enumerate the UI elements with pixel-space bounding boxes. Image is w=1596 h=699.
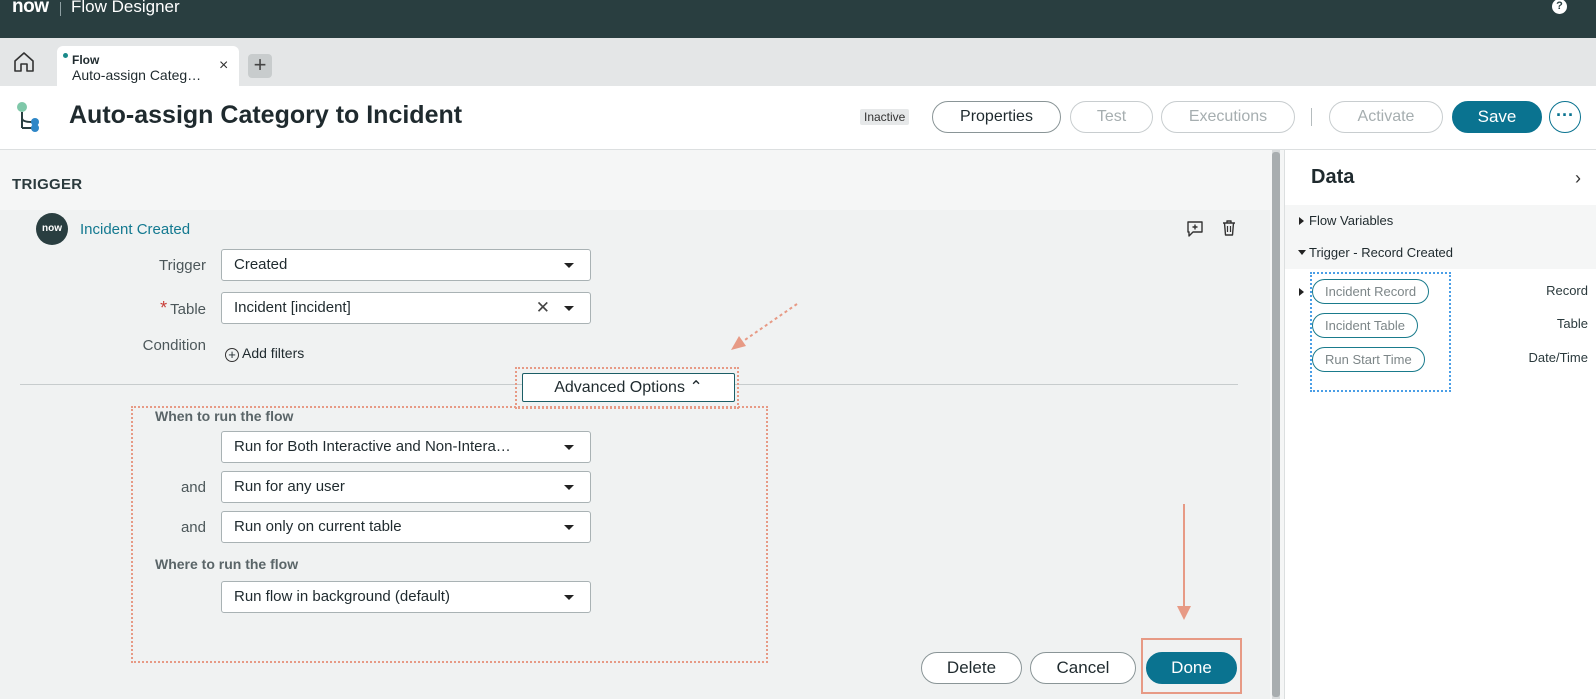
flow-header: Auto-assign Category to Incident Inactiv… <box>0 86 1596 150</box>
run-for-select[interactable]: Run for Both Interactive and Non-Intera… <box>221 431 591 463</box>
chevron-down-icon <box>564 485 574 490</box>
caret-right-icon <box>1299 217 1304 225</box>
and-label: and <box>180 479 206 496</box>
page-title: Auto-assign Category to Incident <box>69 101 463 129</box>
where-run-select[interactable]: Run flow in background (default) <box>221 581 591 613</box>
top-bar: now Flow Designer ? <box>0 0 1596 38</box>
condition-label: Condition <box>142 337 206 354</box>
trigger-select[interactable]: Created <box>221 249 591 281</box>
run-for-value: Run for Both Interactive and Non-Intera… <box>234 438 511 455</box>
trigger-field-label: Trigger <box>159 257 206 274</box>
servicenow-logo[interactable]: now <box>12 0 49 18</box>
where-run-value: Run flow in background (default) <box>234 588 450 605</box>
flow-canvas: TRIGGER now Incident Created Trigger Cre… <box>0 150 1270 699</box>
tab-strip: Flow Auto-assign Categ… × + <box>0 38 1596 86</box>
trigger-name-link[interactable]: Incident Created <box>80 221 190 238</box>
chevron-down-icon <box>564 595 574 600</box>
cancel-button[interactable]: Cancel <box>1030 652 1136 684</box>
header-separator <box>1311 108 1312 126</box>
delete-button[interactable]: Delete <box>921 652 1022 684</box>
tab-title: Auto-assign Categ… <box>72 67 202 83</box>
data-pill-type: Table <box>1556 316 1588 331</box>
data-pill-incident-table[interactable]: Incident Table <box>1312 313 1418 338</box>
and-label: and <box>180 519 206 536</box>
data-pill-run-start-time[interactable]: Run Start Time <box>1312 347 1425 372</box>
table-scope-select[interactable]: Run only on current table <box>221 511 591 543</box>
trigger-select-value: Created <box>234 256 288 273</box>
table-field-label: * Table <box>120 298 206 319</box>
advanced-options-toggle[interactable]: Advanced Options ⌃ <box>522 373 735 402</box>
chevron-right-icon[interactable]: › <box>1575 168 1581 189</box>
main-scrollbar[interactable] <box>1272 150 1280 699</box>
chevron-up-icon: ⌃ <box>689 379 703 396</box>
data-section-flow-variables[interactable]: Flow Variables <box>1285 205 1596 237</box>
where-to-run-heading: Where to run the flow <box>155 556 299 572</box>
trigger-card: now Incident Created Trigger Created * Ta… <box>0 210 1270 699</box>
properties-button[interactable]: Properties <box>932 101 1061 133</box>
home-icon[interactable] <box>12 50 36 74</box>
annotation-arrow <box>731 303 798 350</box>
section-label: Trigger - Record Created <box>1309 245 1454 260</box>
help-icon[interactable]: ? <box>1552 0 1567 14</box>
save-button[interactable]: Save <box>1452 101 1542 133</box>
run-user-select[interactable]: Run for any user <box>221 471 591 503</box>
data-panel-title: Data <box>1311 166 1355 188</box>
data-pill-type: Record <box>1546 283 1588 298</box>
when-to-run-heading: When to run the flow <box>155 408 294 424</box>
chevron-down-icon <box>564 445 574 450</box>
flow-icon <box>14 100 44 134</box>
required-indicator: * <box>160 298 168 318</box>
caret-down-icon <box>1298 250 1306 255</box>
add-filters-text: Add filters <box>242 345 305 361</box>
data-panel: Data › Flow Variables Trigger - Record C… <box>1284 150 1596 699</box>
section-label: Flow Variables <box>1309 213 1394 228</box>
add-filters-link[interactable]: + Add filters <box>225 345 304 362</box>
chevron-down-icon <box>564 306 574 311</box>
delete-trigger-icon[interactable] <box>1220 219 1238 237</box>
table-label-text: Table <box>170 301 206 318</box>
activate-button[interactable]: Activate <box>1329 101 1443 133</box>
unsaved-dot <box>63 53 68 58</box>
run-user-value: Run for any user <box>234 478 345 495</box>
data-section-trigger[interactable]: Trigger - Record Created <box>1285 237 1596 269</box>
scrollbar-thumb[interactable] <box>1272 152 1280 697</box>
add-tab-button[interactable]: + <box>248 54 272 78</box>
executions-button[interactable]: Executions <box>1161 101 1295 133</box>
table-select[interactable]: Incident [incident] ✕ <box>221 292 591 324</box>
more-options-button[interactable]: ··· <box>1549 101 1581 133</box>
tab-flow[interactable]: Flow Auto-assign Categ… × <box>57 46 239 86</box>
annotation-arrow <box>1177 504 1191 620</box>
add-comment-icon[interactable] <box>1186 220 1204 238</box>
table-scope-value: Run only on current table <box>234 518 402 535</box>
now-badge-icon: now <box>36 213 68 245</box>
tab-kind-label: Flow <box>72 53 100 67</box>
done-button[interactable]: Done <box>1146 652 1237 684</box>
chevron-down-icon <box>564 525 574 530</box>
trigger-section-label: TRIGGER <box>12 176 83 193</box>
table-select-value: Incident [incident] <box>234 299 351 316</box>
close-tab-icon[interactable]: × <box>219 58 228 74</box>
test-button[interactable]: Test <box>1070 101 1153 133</box>
logo-separator <box>60 2 61 16</box>
data-pill-type: Date/Time <box>1528 350 1588 365</box>
advanced-options-label: Advanced Options <box>554 379 685 396</box>
app-title: Flow Designer <box>71 0 180 16</box>
status-badge: Inactive <box>860 109 910 125</box>
clear-icon[interactable]: ✕ <box>536 293 550 323</box>
plus-circle-icon: + <box>225 348 239 362</box>
caret-right-icon[interactable] <box>1299 288 1304 296</box>
data-pill-incident-record[interactable]: Incident Record <box>1312 279 1430 304</box>
chevron-down-icon <box>564 263 574 268</box>
